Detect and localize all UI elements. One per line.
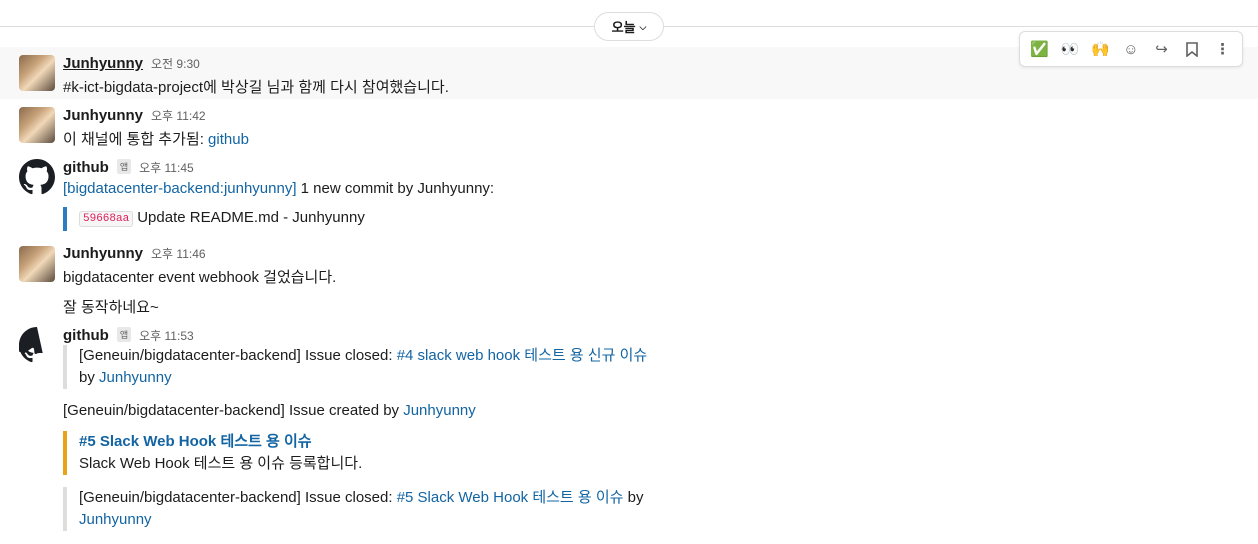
message-actions-toolbar: ✅ 👀 🙌 ☺ ↪ ⋮ — [1019, 31, 1243, 67]
author-name[interactable]: Junhyunny — [63, 107, 143, 124]
message-text: [Geneuin/bigdatacenter-backend] Issue cr… — [63, 402, 404, 419]
bookmark-icon[interactable] — [1178, 35, 1206, 63]
timestamp[interactable]: 오전 9:30 — [151, 55, 200, 72]
issue-link[interactable]: #5 Slack Web Hook 테스트 용 이슈 — [397, 489, 624, 506]
author-name[interactable]: Junhyunny — [63, 55, 143, 72]
integration-link[interactable]: github — [208, 131, 249, 148]
issue-created-attachment: #5 Slack Web Hook 테스트 용 이슈 Slack Web Hoo… — [63, 431, 362, 475]
message-text: 이 채널에 통합 추가됨: — [63, 131, 209, 148]
timestamp[interactable]: 오후 11:46 — [151, 245, 206, 262]
issue-link[interactable]: #4 slack web hook 테스트 용 신규 이슈 — [397, 347, 647, 364]
app-badge: 앱 — [116, 327, 132, 342]
github-logo-icon[interactable] — [19, 327, 55, 363]
attachment-text: by — [623, 489, 644, 506]
issue-body: Slack Web Hook 테스트 용 이슈 등록합니다. — [79, 455, 363, 472]
message-text: 에 박상길 님과 함께 다시 참여했습니다. — [203, 79, 449, 96]
avatar[interactable] — [19, 107, 55, 143]
author-name[interactable]: github — [63, 327, 109, 344]
user-link[interactable]: Junhyunny — [99, 369, 172, 386]
attachment-text: [Geneuin/bigdatacenter-backend] Issue cl… — [79, 347, 397, 364]
raised-hands-emoji-icon[interactable]: 🙌 — [1086, 35, 1114, 63]
message-text: bigdatacenter event webhook 걸었습니다. — [63, 269, 337, 286]
eyes-emoji-icon[interactable]: 👀 — [1056, 35, 1084, 63]
branch-link[interactable]: [bigdatacenter-backend:junhyunny] — [63, 180, 297, 197]
timestamp[interactable]: 오후 11:53 — [139, 327, 194, 344]
message-row[interactable]: github 앱 오후 11:45 [bigdatacenter-backend… — [0, 151, 1258, 239]
github-logo-icon[interactable] — [19, 159, 55, 195]
more-icon[interactable]: ⋮ — [1209, 35, 1237, 63]
author-name[interactable]: github — [63, 159, 109, 176]
message-row[interactable]: Junhyunny 오후 11:46 bigdatacenter event w… — [0, 239, 1258, 321]
app-badge: 앱 — [116, 159, 132, 174]
date-divider-label: 오늘 — [611, 20, 636, 35]
timestamp[interactable]: 오후 11:42 — [151, 107, 206, 124]
timestamp[interactable]: 오후 11:45 — [139, 159, 194, 176]
user-link[interactable]: Junhyunny — [79, 511, 152, 528]
message-text: 잘 동작하네요~ — [63, 299, 159, 316]
avatar[interactable] — [19, 246, 55, 282]
user-link[interactable]: Junhyunny — [403, 402, 476, 419]
commit-message: Update README.md - Junhyunny — [137, 209, 365, 226]
attachment-text: by — [79, 369, 100, 386]
message-row[interactable]: github 앱 오후 11:53 [Geneuin/bigdatacenter… — [0, 321, 1258, 544]
author-name[interactable]: Junhyunny — [63, 245, 143, 262]
check-mark-emoji-icon[interactable]: ✅ — [1025, 35, 1053, 63]
avatar[interactable] — [19, 55, 55, 91]
message-text: 1 new commit by Junhyunny: — [296, 180, 495, 197]
date-divider-button[interactable]: 오늘 ⌵ — [594, 12, 664, 41]
message-row[interactable]: Junhyunny 오후 11:42 이 채널에 통합 추가됨: github — [0, 99, 1258, 151]
channel-link[interactable]: #k-ict-bigdata-project — [63, 79, 203, 96]
commit-hash[interactable]: 59668aa — [79, 211, 134, 227]
attachment-text: [Geneuin/bigdatacenter-backend] Issue cl… — [79, 489, 397, 506]
issue-title-link[interactable]: #5 Slack Web Hook 테스트 용 이슈 — [79, 433, 312, 450]
issue-closed-attachment: [Geneuin/bigdatacenter-backend] Issue cl… — [63, 345, 647, 389]
chevron-down-icon: ⌵ — [639, 22, 647, 32]
issue-closed-attachment: [Geneuin/bigdatacenter-backend] Issue cl… — [63, 487, 643, 531]
commit-attachment: 59668aa Update README.md - Junhyunny — [63, 207, 365, 231]
share-icon[interactable]: ↪ — [1148, 35, 1176, 63]
add-reaction-icon[interactable]: ☺ — [1117, 35, 1145, 63]
